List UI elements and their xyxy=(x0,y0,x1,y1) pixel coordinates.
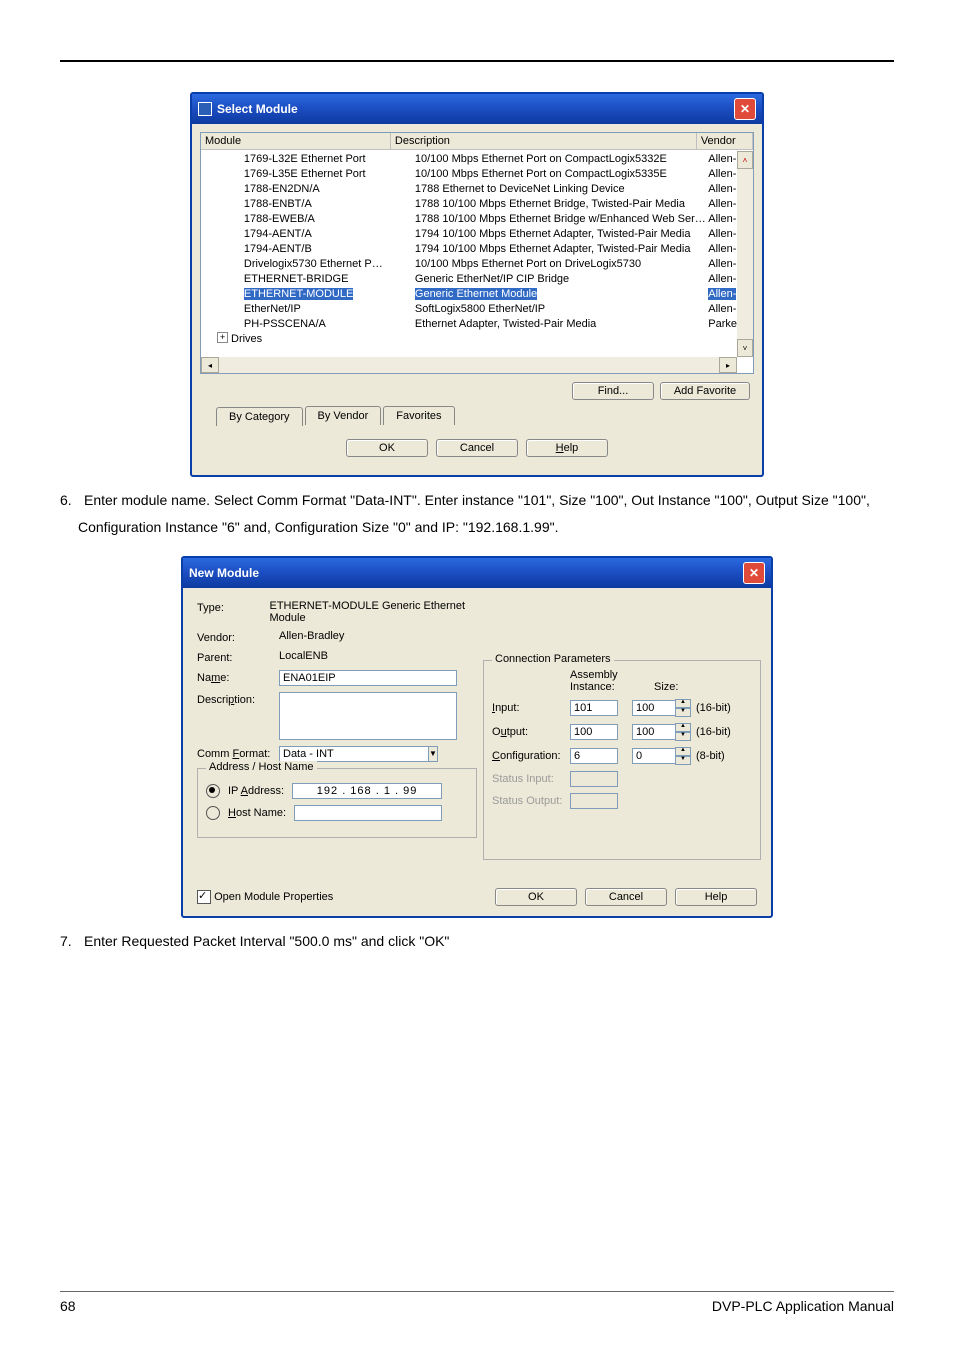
list-header: Module Description Vendor xyxy=(201,133,753,150)
close-icon[interactable]: ✕ xyxy=(743,562,765,584)
module-list[interactable]: Module Description Vendor 1769-L32E Ethe… xyxy=(200,132,754,374)
module-row[interactable]: 1769-L32E Ethernet Port10/100 Mbps Ether… xyxy=(207,152,751,167)
select-module-dialog: Select Module ✕ Module Description Vendo… xyxy=(190,92,764,477)
ok-button[interactable]: OK xyxy=(495,888,577,906)
titlebar: Select Module ✕ xyxy=(192,94,762,124)
ip-input[interactable]: 192 . 168 . 1 . 99 xyxy=(292,783,442,799)
type-label: Type: xyxy=(197,600,269,614)
status-input-label: Status Input: xyxy=(492,773,570,785)
comm-format-select[interactable]: ▼ xyxy=(279,746,432,762)
scroll-left-icon[interactable]: ◂ xyxy=(201,357,219,373)
size-header: Size: xyxy=(654,681,678,693)
open-props-checkbox[interactable] xyxy=(197,890,211,904)
expand-icon[interactable]: + xyxy=(217,332,228,343)
input-label: Input: xyxy=(492,702,570,714)
parent-value: LocalENB xyxy=(279,650,328,662)
status-input-instance xyxy=(570,771,618,787)
config-instance[interactable] xyxy=(570,748,618,764)
output-label: Output: xyxy=(492,726,570,738)
name-input[interactable] xyxy=(279,670,457,686)
name-label: Name: xyxy=(197,670,279,684)
vscrollbar[interactable]: ˄˅ xyxy=(737,151,753,357)
add-favorite-button[interactable]: Add Favorite xyxy=(660,382,750,400)
vendor-label: Vendor: xyxy=(197,630,279,644)
scroll-down-icon[interactable]: ˅ xyxy=(737,339,753,357)
type-value: ETHERNET-MODULE Generic Ethernet Module xyxy=(269,600,477,624)
close-icon[interactable]: ✕ xyxy=(734,98,756,120)
help-button[interactable]: Help xyxy=(675,888,757,906)
module-row[interactable]: 1788-ENBT/A1788 10/100 Mbps Ethernet Bri… xyxy=(207,197,751,212)
dialog-title: Select Module xyxy=(217,102,298,116)
desc-label: Description: xyxy=(197,692,279,706)
input-bit: (16-bit) xyxy=(696,702,731,714)
page-number: 68 xyxy=(60,1298,76,1314)
new-module-dialog: New Module ✕ Type:ETHERNET-MODULE Generi… xyxy=(181,556,773,918)
module-row[interactable]: Drivelogix5730 Ethernet P…10/100 Mbps Et… xyxy=(207,257,751,272)
config-size[interactable] xyxy=(632,748,676,764)
cancel-button[interactable]: Cancel xyxy=(585,888,667,906)
module-row[interactable]: PH-PSSCENA/AEthernet Adapter, Twisted-Pa… xyxy=(207,317,751,332)
module-row[interactable]: 1794-AENT/B1794 10/100 Mbps Ethernet Ada… xyxy=(207,242,751,257)
address-group: Address / Host Name IP Address:192 . 168… xyxy=(197,768,477,838)
status-output-instance xyxy=(570,793,618,809)
help-button[interactable]: Help xyxy=(526,439,608,457)
conn-params-group: Connection Parameters AssemblyInstance: … xyxy=(483,660,761,860)
host-radio[interactable] xyxy=(206,806,220,820)
ip-radio[interactable] xyxy=(206,784,220,798)
scroll-up-icon[interactable]: ˄ xyxy=(737,151,753,169)
address-group-title: Address / Host Name xyxy=(206,761,317,773)
chevron-down-icon[interactable]: ▼ xyxy=(428,746,438,762)
module-row[interactable]: EtherNet/IPSoftLogix5800 EtherNet/IPAlle… xyxy=(207,302,751,317)
config-label: Configuration: xyxy=(492,750,570,762)
parent-label: Parent: xyxy=(197,650,279,664)
module-row[interactable]: ETHERNET-MODULEGeneric Ethernet ModuleAl… xyxy=(207,287,751,302)
output-instance[interactable] xyxy=(570,724,618,740)
find-button[interactable]: Find... xyxy=(572,382,654,400)
tree-group[interactable]: +Drives xyxy=(207,332,751,347)
config-bit: (8-bit) xyxy=(696,750,725,762)
output-bit: (16-bit) xyxy=(696,726,731,738)
input-instance[interactable] xyxy=(570,700,618,716)
col-module[interactable]: Module xyxy=(201,133,391,149)
header-rule xyxy=(60,60,894,62)
tabs: By Category By Vendor Favorites xyxy=(200,406,754,425)
tab-favorites[interactable]: Favorites xyxy=(383,406,454,425)
output-size-spinner[interactable]: ▲▼ xyxy=(675,723,691,741)
step-7-text: 7.Enter Requested Packet Interval "500.0… xyxy=(60,928,894,955)
open-props-label: Open Module Properties xyxy=(214,891,333,903)
ip-label: IP Address: xyxy=(228,785,284,797)
scroll-right-icon[interactable]: ▸ xyxy=(719,357,737,373)
titlebar: New Module ✕ xyxy=(183,558,771,588)
input-size[interactable] xyxy=(632,700,676,716)
page-footer: 68 DVP-PLC Application Manual xyxy=(60,1291,894,1314)
tab-vendor[interactable]: By Vendor xyxy=(305,406,382,425)
input-size-spinner[interactable]: ▲▼ xyxy=(675,699,691,717)
output-size[interactable] xyxy=(632,724,676,740)
cancel-button[interactable]: Cancel xyxy=(436,439,518,457)
status-output-label: Status Output: xyxy=(492,795,570,807)
hscrollbar[interactable]: ◂▸ xyxy=(201,357,737,373)
dialog-title: New Module xyxy=(189,566,259,580)
tab-category[interactable]: By Category xyxy=(216,407,303,426)
module-row[interactable]: 1794-AENT/A1794 10/100 Mbps Ethernet Ada… xyxy=(207,227,751,242)
host-label: Host Name: xyxy=(228,807,286,819)
vendor-value: Allen-Bradley xyxy=(279,630,344,642)
manual-title: DVP-PLC Application Manual xyxy=(712,1298,894,1314)
module-row[interactable]: ETHERNET-BRIDGEGeneric EtherNet/IP CIP B… xyxy=(207,272,751,287)
app-icon xyxy=(198,102,212,116)
host-input[interactable] xyxy=(294,805,442,821)
col-vendor[interactable]: Vendor xyxy=(697,133,753,149)
config-size-spinner[interactable]: ▲▼ xyxy=(675,747,691,765)
description-input[interactable] xyxy=(279,692,457,740)
module-row[interactable]: 1788-EWEB/A1788 10/100 Mbps Ethernet Bri… xyxy=(207,212,751,227)
module-row[interactable]: 1788-EN2DN/A1788 Ethernet to DeviceNet L… xyxy=(207,182,751,197)
col-desc[interactable]: Description xyxy=(391,133,697,149)
conn-title: Connection Parameters xyxy=(492,653,614,665)
comm-label: Comm Format: xyxy=(197,746,279,760)
step-6-text: 6.Enter module name. Select Comm Format … xyxy=(60,487,894,540)
module-row[interactable]: 1769-L35E Ethernet Port10/100 Mbps Ether… xyxy=(207,167,751,182)
ok-button[interactable]: OK xyxy=(346,439,428,457)
